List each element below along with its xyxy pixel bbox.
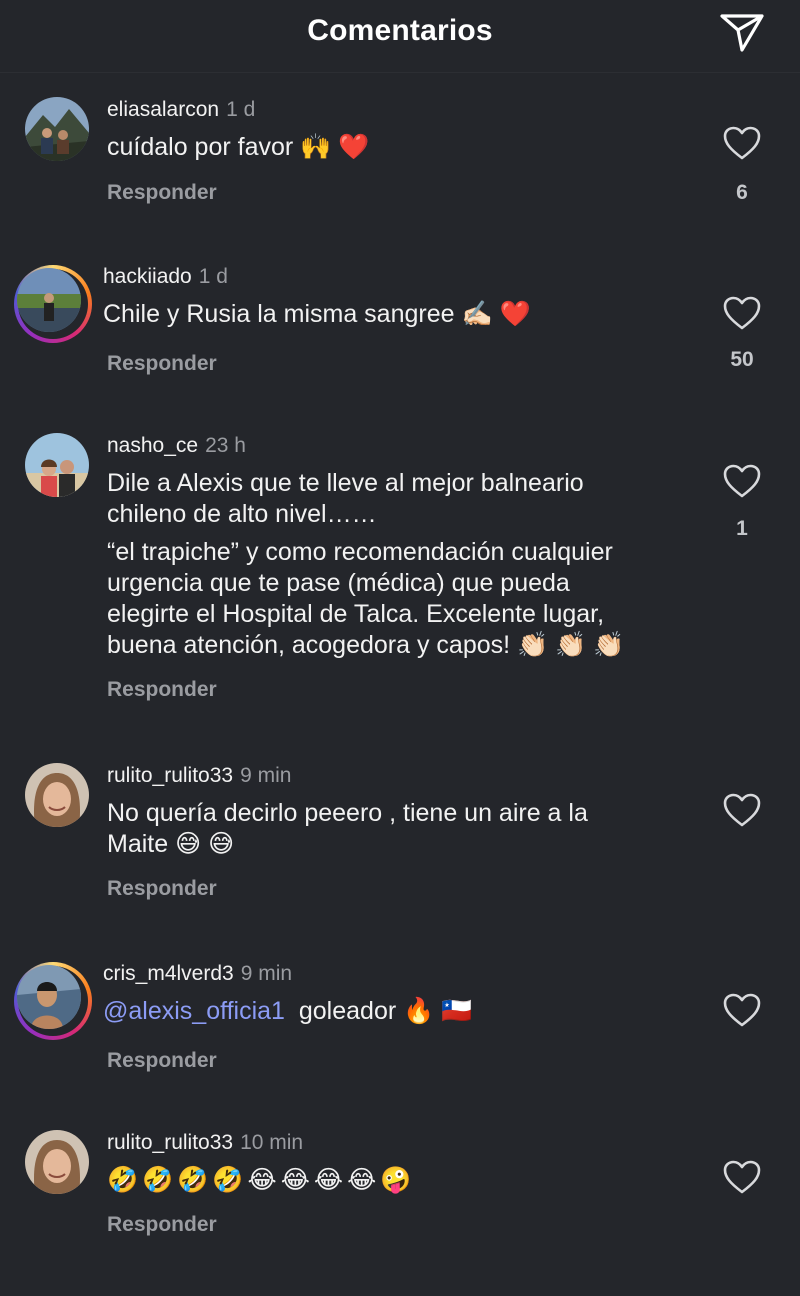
comment-line: 🤣🤣🤣🤣😂😂😂😂🤪 (107, 1166, 416, 1194)
comment-meta: nasho_ce 23 h (107, 434, 246, 458)
comment-line: “el trapiche” y como recomendación cualq… (107, 538, 613, 566)
heart-icon[interactable] (722, 463, 762, 499)
timestamp: 10 min (240, 1131, 304, 1154)
avatar[interactable] (25, 763, 89, 827)
comment-line: chileno de alto nivel…… (107, 500, 377, 528)
like-count: 6 (736, 181, 748, 204)
comment-text: No quería decirlo peeero , tiene un aire… (107, 798, 707, 860)
reply-button[interactable]: Responder (107, 352, 217, 376)
comment-text: Dile a Alexis que te lleve al mejor baln… (107, 468, 707, 661)
comment-item: cris_m4lverd3 9 min @alexis_officia1 gole… (0, 960, 800, 1090)
comment-item: rulito_rulito33 10 min 🤣🤣🤣🤣😂😂😂😂🤪 Responde… (0, 1130, 800, 1260)
comment-text: 🤣🤣🤣🤣😂😂😂😂🤪 (107, 1165, 707, 1196)
comment-line: @alexis_officia1 goleador 🔥 🇨🇱 (103, 996, 703, 1027)
comment-text: cuídalo por favor 🙌 ❤️ (107, 132, 707, 163)
username[interactable]: eliasalarcon (107, 98, 219, 121)
comment-item: nasho_ce 23 h Dile a Alexis que te lleve … (0, 433, 800, 723)
comment-line: No quería decirlo peeero , tiene un aire… (107, 799, 588, 827)
avatar[interactable] (25, 433, 89, 497)
like-count: 1 (736, 517, 748, 540)
comment-line: elegirte el Hospital de Talca. Excelente… (107, 600, 605, 628)
heart-icon[interactable] (722, 992, 762, 1028)
comment-line: cuídalo por favor 🙌 ❤️ (107, 133, 370, 161)
comment-meta: rulito_rulito33 10 min (107, 1131, 303, 1155)
avatar[interactable] (14, 962, 92, 1040)
heart-icon[interactable] (722, 792, 762, 828)
page-title: Comentarios (307, 14, 493, 47)
like-count: 50 (730, 348, 754, 371)
reply-button[interactable]: Responder (107, 877, 217, 901)
reply-button[interactable]: Responder (107, 1213, 217, 1237)
comment-item: eliasalarcon 1 d cuídalo por favor 🙌 ❤️ R… (0, 97, 800, 227)
heart-icon[interactable] (722, 295, 762, 331)
comment-line: urgencia que te pase (médica) que pueda (107, 569, 570, 597)
heart-icon[interactable] (722, 1159, 762, 1195)
reply-button[interactable]: Responder (107, 1049, 217, 1073)
comment-line-text: goleador 🔥 🇨🇱 (298, 997, 473, 1025)
timestamp: 9 min (240, 764, 292, 787)
timestamp: 9 min (240, 962, 293, 985)
heart-icon[interactable] (722, 125, 762, 161)
avatar[interactable] (14, 265, 92, 343)
username[interactable]: rulito_rulito33 (107, 1131, 233, 1154)
comment-text: @alexis_officia1 goleador 🔥 🇨🇱 (103, 996, 703, 1027)
comment-meta: rulito_rulito33 9 min (107, 764, 291, 788)
comment-text: Chile y Rusia la misma sangree ✍🏻 ❤️ (103, 299, 703, 330)
comment-item: hackiiado 1 d Chile y Rusia la misma sang… (0, 263, 800, 393)
username[interactable]: hackiiado (103, 265, 192, 288)
comment-item: rulito_rulito33 9 min No quería decirlo p… (0, 763, 800, 913)
comment-line: Chile y Rusia la misma sangree ✍🏻 ❤️ (103, 300, 531, 328)
mention-link[interactable]: @alexis_officia1 (103, 997, 285, 1025)
comment-meta: cris_m4lverd3 9 min (103, 962, 292, 986)
comment-meta: eliasalarcon 1 d (107, 98, 255, 122)
username[interactable]: rulito_rulito33 (107, 764, 233, 787)
comment-line: Maite 😅 😅 (107, 830, 235, 858)
reply-button[interactable]: Responder (107, 678, 217, 702)
comment-line: Dile a Alexis que te lleve al mejor baln… (107, 469, 584, 497)
username[interactable]: nasho_ce (107, 434, 198, 457)
header-bar: Comentarios (0, 0, 800, 73)
timestamp: 1 d (198, 265, 228, 288)
comment-meta: hackiiado 1 d (103, 265, 228, 289)
send-icon[interactable] (718, 10, 766, 54)
timestamp: 23 h (205, 434, 246, 457)
timestamp: 1 d (226, 98, 256, 121)
comment-line: buena atención, acogedora y capos! 👏🏻 👏🏻… (107, 631, 625, 659)
avatar[interactable] (25, 97, 89, 161)
avatar[interactable] (25, 1130, 89, 1194)
username[interactable]: cris_m4lverd3 (103, 962, 234, 985)
reply-button[interactable]: Responder (107, 181, 217, 205)
